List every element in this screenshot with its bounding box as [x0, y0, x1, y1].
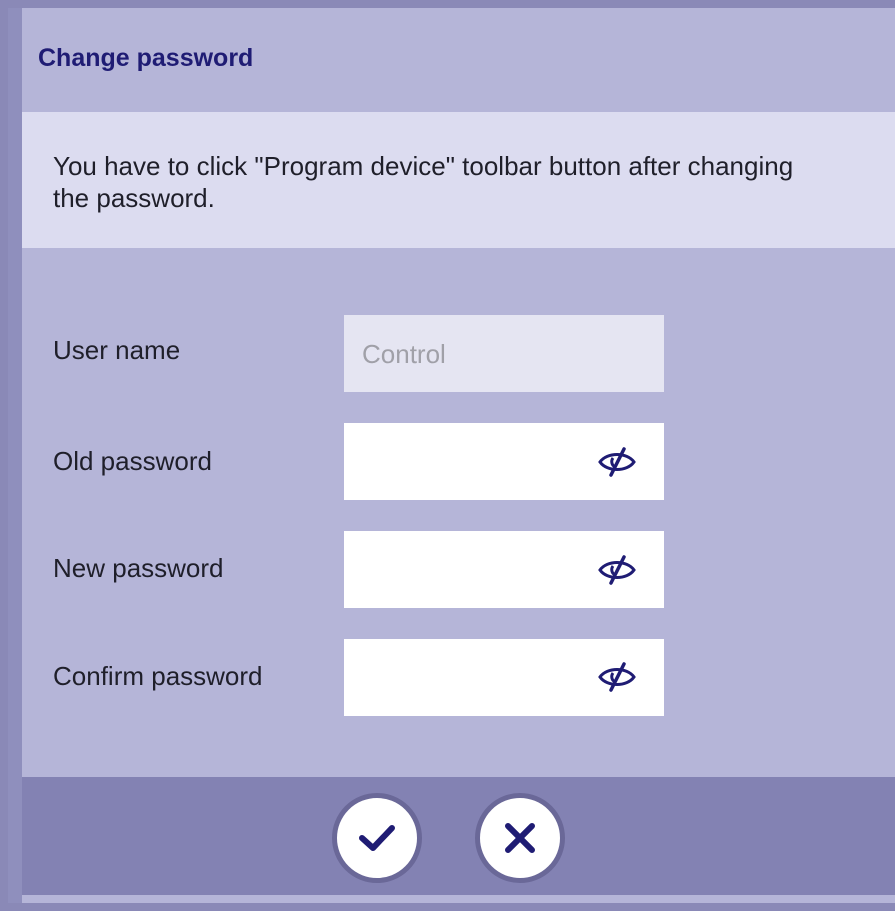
cancel-button[interactable]: [475, 793, 565, 883]
dialog-frame: Change password You have to click "Progr…: [0, 0, 895, 911]
user-name-label: User name: [53, 335, 181, 365]
confirm-password-label: Confirm password: [53, 661, 263, 691]
user-name-field: [344, 315, 664, 392]
eye-slash-icon[interactable]: [597, 661, 637, 693]
old-password-label: Old password: [53, 446, 212, 476]
confirm-button[interactable]: [332, 793, 422, 883]
checkmark-icon: [359, 825, 395, 851]
new-password-label: New password: [53, 553, 224, 583]
eye-slash-icon[interactable]: [597, 554, 637, 586]
close-icon: [505, 823, 535, 853]
dialog-footer: [22, 777, 895, 895]
notice-text: You have to click "Program device" toolb…: [53, 151, 794, 213]
notice-banner: You have to click "Program device" toolb…: [22, 112, 895, 248]
change-password-dialog: Change password You have to click "Progr…: [8, 8, 895, 903]
dialog-title: Change password: [38, 44, 254, 72]
eye-slash-icon[interactable]: [597, 446, 637, 478]
